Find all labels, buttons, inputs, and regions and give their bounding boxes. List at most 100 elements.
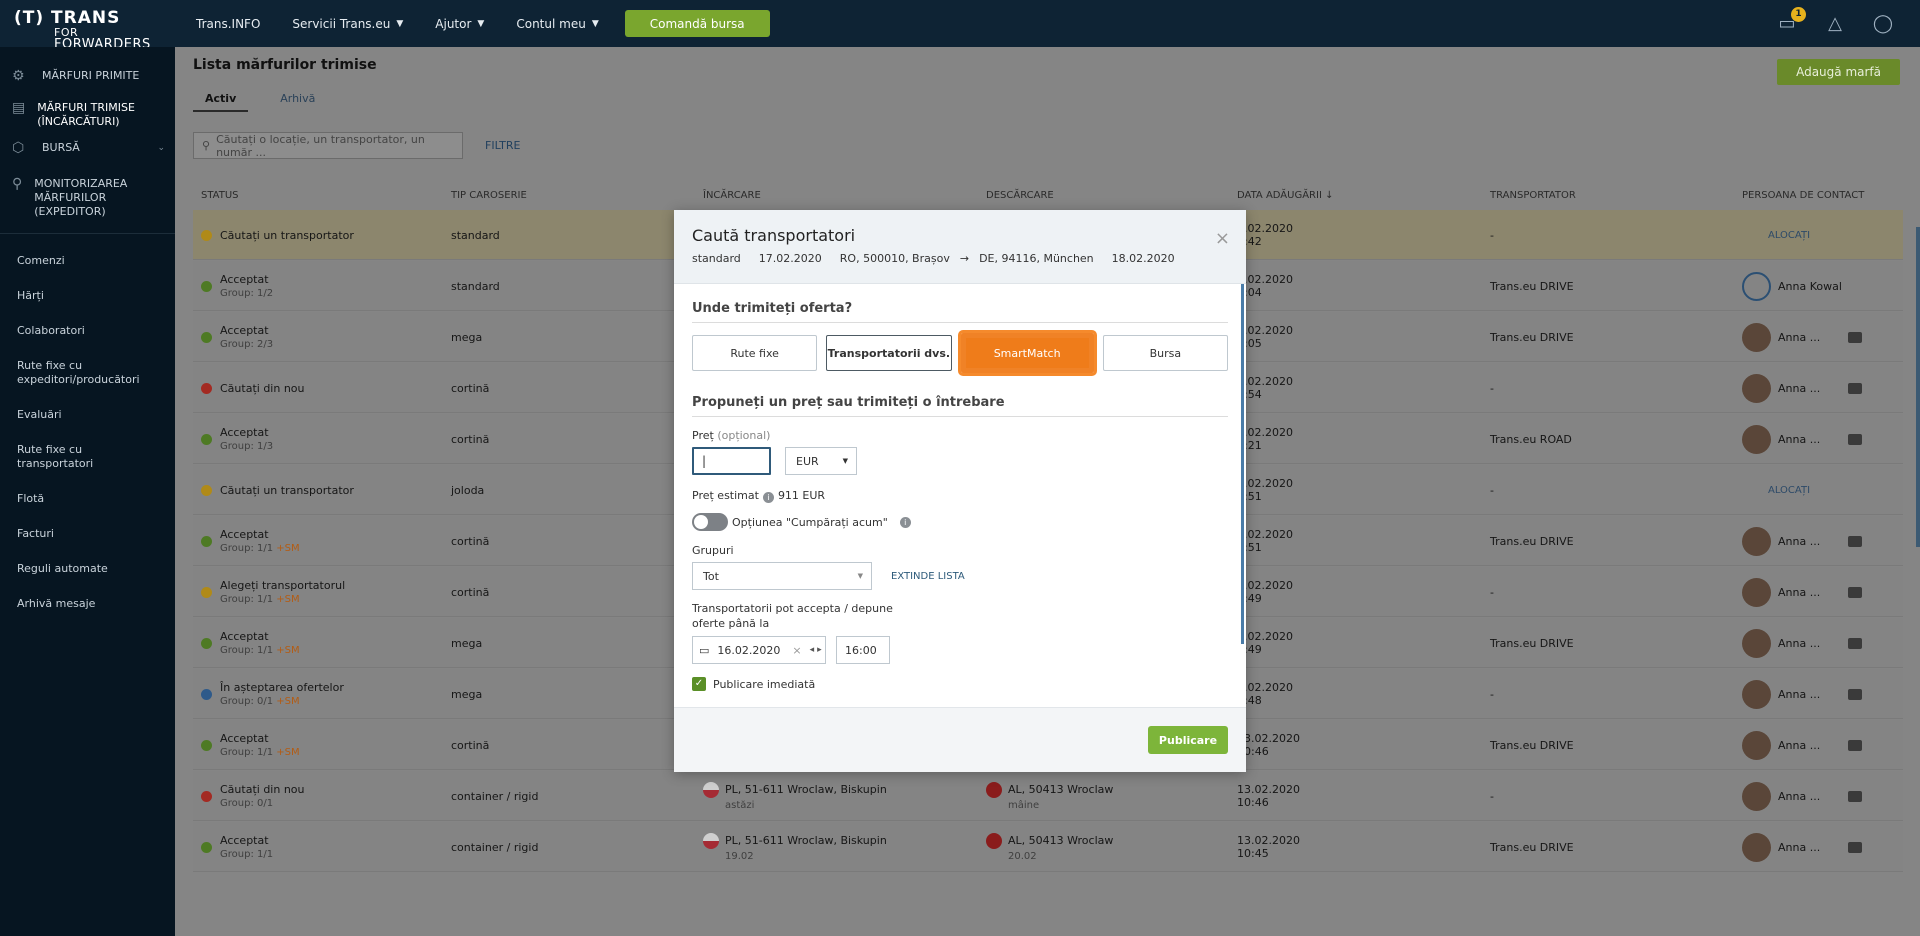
chat-icon[interactable] [1848,587,1862,598]
avatar[interactable] [1742,629,1771,658]
immediate-publish-checkbox[interactable]: ✓ [692,677,706,691]
sidebar-link-comenzi[interactable]: Comenzi [17,254,158,268]
col-carrier[interactable]: TRANSPORTATOR [1490,190,1576,201]
sidebar-link-arhiva-mesaje[interactable]: Arhivă mesaje [17,597,158,611]
tab-archive[interactable]: Arhivă [268,92,327,112]
groups-select[interactable]: Tot ▼ [692,562,872,590]
sidebar-link-reguli[interactable]: Reguli automate [17,562,158,576]
option-smartmatch[interactable]: SmartMatch [957,330,1097,376]
col-contact[interactable]: PERSOANA DE CONTACT [1742,190,1864,201]
chat-icon[interactable] [1848,791,1862,802]
top-bar: (T) TRANS FOR FORWARDERS Trans.INFO Serv… [0,0,1920,51]
estimated-label: Preț estimat [692,489,759,502]
top-icons: ▭ 1 △ ◯ [1776,0,1920,47]
col-date-added[interactable]: DATA ADĂUGĂRII ↓ [1237,190,1333,201]
table-row[interactable]: Acceptat Group: 1/1 container / rigid PL, 5… [193,822,1903,872]
col-loading[interactable]: ÎNCĂRCARE [703,190,761,201]
search-input[interactable]: ⚲ Căutați o locație, un transportator, u… [193,132,463,159]
chat-icon[interactable] [1848,689,1862,700]
chat-icon[interactable] [1848,383,1862,394]
body-type-cell: cortină [451,363,489,413]
chevron-down-icon: ▼ [591,18,599,29]
sidebar-link-rute-transportatori[interactable]: Rute fixe cu transportatori [17,443,158,471]
assign-link[interactable]: ALOCAȚI [1768,485,1810,496]
sidebar-link-evaluari[interactable]: Evaluări [17,408,158,422]
nav-ajutor[interactable]: Ajutor ▼ [435,17,484,31]
chat-icon[interactable] [1848,536,1862,547]
page-scrollbar[interactable] [1916,227,1920,547]
currency-select[interactable]: EUR ▼ [785,447,857,475]
search-placeholder: Căutați o locație, un transportator, un … [216,132,425,159]
group-text: Group: 0/1 [220,696,274,707]
avatar[interactable] [1742,527,1771,556]
messages-icon[interactable]: ▭ 1 [1776,6,1806,35]
chat-icon[interactable] [1848,842,1862,853]
sidebar-link-rute-expeditori[interactable]: Rute fixe cu expeditori/producători [17,359,158,387]
avatar[interactable] [1742,425,1771,454]
estimated-price: Preț estimat i 911 EUR [692,489,1228,503]
status-group: Group: 0/1 +SM [220,696,344,707]
sidebar-item-monitoring[interactable]: ⚲ MONITORIZAREA MĂRFURILOR (EXPEDITOR) [0,177,175,219]
close-icon[interactable]: × [1215,228,1230,249]
info-icon[interactable]: i [762,492,774,503]
avatar[interactable] [1742,833,1771,862]
body-type-text: container / rigid [451,840,539,854]
sidebar-item-sent[interactable]: ▤ MĂRFURI TRIMISE (ÎNCĂRCĂTURI) [0,101,175,129]
sidebar-item-received[interactable]: ⚙ MĂRFURI PRIMITE [0,69,175,83]
logo-line1: (T) TRANS [14,8,121,28]
sidebar-link-harti[interactable]: Hărți [17,289,158,303]
next-day-icon[interactable]: ▸ [817,645,822,655]
extend-list-link[interactable]: EXTINDE LISTA [891,571,965,582]
option-exchange[interactable]: Bursa [1102,335,1228,371]
nav-trans-info[interactable]: Trans.INFO [196,17,260,31]
clear-icon[interactable]: × [792,644,801,657]
chat-icon[interactable] [1848,332,1862,343]
body-type-text: cortină [451,738,490,752]
avatar[interactable] [1742,578,1771,607]
filters-link[interactable]: FILTRE [485,139,521,152]
caret-down-icon: ▼ [842,457,848,465]
chat-icon[interactable] [1848,638,1862,649]
option-your-carriers[interactable]: Transportatorii dvs. [826,335,952,371]
user-icon[interactable]: ◯ [1872,13,1894,35]
avatar[interactable] [1742,374,1771,403]
avatar[interactable] [1742,323,1771,352]
chat-icon[interactable] [1848,740,1862,751]
col-status[interactable]: STATUS [201,190,239,201]
price-input[interactable]: | [692,447,771,475]
order-exchange-button[interactable]: Comandă bursa [624,10,770,37]
avatar[interactable] [1742,272,1771,301]
status-wait-icon [201,689,212,700]
sidebar-item-exchange[interactable]: ⬡ BURSĂ ⌄ [0,141,175,155]
nav-contul-meu[interactable]: Contul meu ▼ [516,17,598,31]
avatar[interactable] [1742,731,1771,760]
logo[interactable]: (T) TRANS FOR FORWARDERS [14,8,164,52]
chat-icon[interactable] [1848,434,1862,445]
tab-active[interactable]: Activ [193,92,249,112]
option-fixed-routes[interactable]: Rute fixe [692,335,818,371]
deadline-date-input[interactable]: ▭ 16.02.2020 × ◂ ▸ [692,636,826,664]
avatar[interactable] [1742,782,1771,811]
modal-body: Unde trimiteți oferta? Rute fixe Transpo… [674,284,1246,691]
assign-link[interactable]: ALOCAȚI [1768,230,1810,241]
nav-servicii[interactable]: Servicii Trans.eu ▼ [292,17,403,31]
body-type-text: mega [451,687,483,701]
modal-footer: Publicare [674,707,1246,772]
body-type-text: cortină [451,432,490,446]
group-text: Group: 0/1 [220,798,274,809]
publish-button[interactable]: Publicare [1148,726,1228,754]
table-row[interactable]: Căutați din nou Group: 0/1 container / rig… [193,771,1903,821]
sidebar-link-facturi[interactable]: Facturi [17,527,158,541]
deadline-time-input[interactable]: 16:00 [836,636,890,664]
info-icon[interactable]: i [899,516,911,528]
prev-day-icon[interactable]: ◂ [810,645,815,655]
add-cargo-button[interactable]: Adaugă marfă [1777,59,1900,85]
buy-now-toggle[interactable] [692,513,728,531]
status-cell: Căutați un transportator [220,465,354,515]
bell-icon[interactable]: △ [1824,13,1846,35]
avatar[interactable] [1742,680,1771,709]
col-body-type[interactable]: TIP CAROSERIE [451,190,527,201]
sidebar-link-flota[interactable]: Flotă [17,492,158,506]
sidebar-link-colaboratori[interactable]: Colaboratori [17,324,158,338]
col-unloading[interactable]: DESCĂRCARE [986,190,1054,201]
